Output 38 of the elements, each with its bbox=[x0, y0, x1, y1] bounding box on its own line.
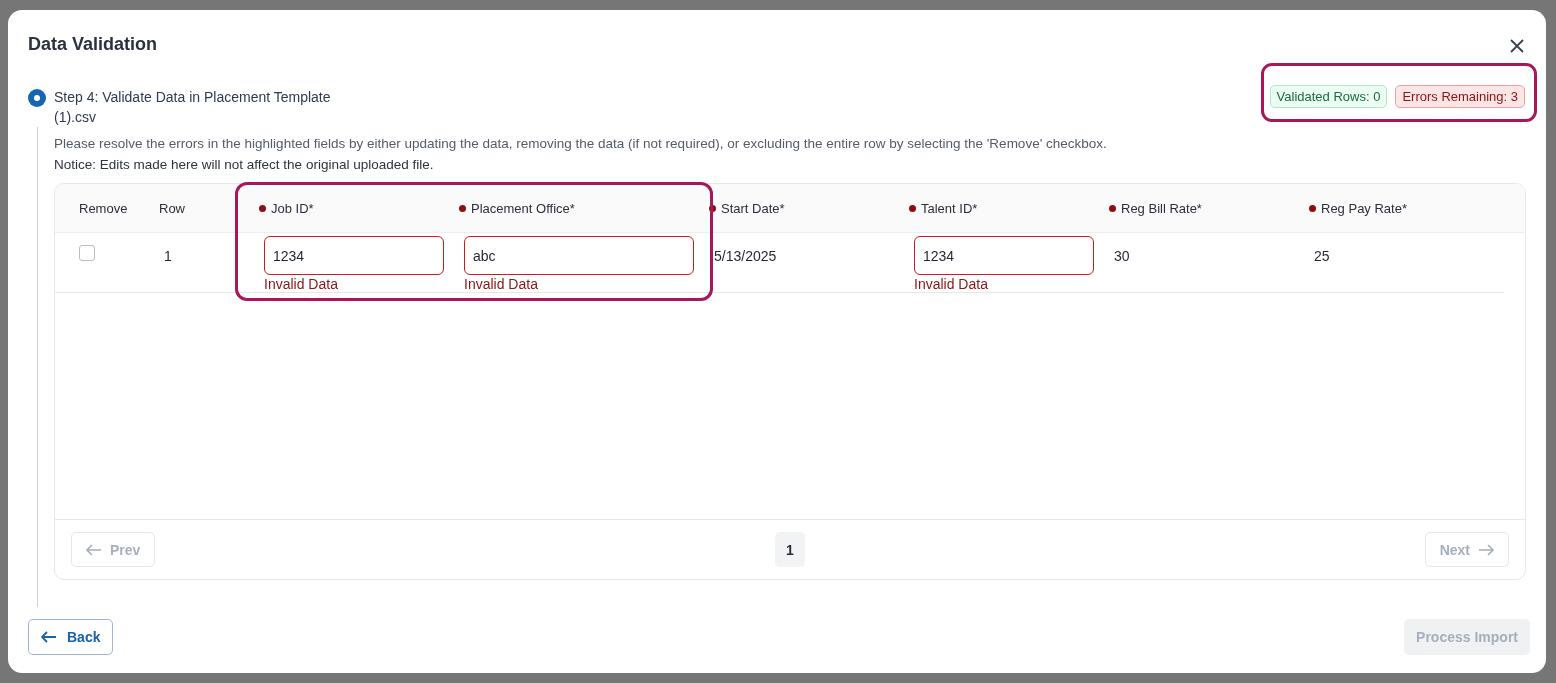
remove-checkbox[interactable] bbox=[79, 245, 95, 261]
required-dot-icon bbox=[909, 204, 916, 212]
required-dot-icon bbox=[709, 204, 716, 212]
dialog-title: Data Validation bbox=[28, 33, 158, 55]
error-message: Invalid Data bbox=[264, 275, 338, 293]
notice-text: Notice: Edits made here will not affect the original uploaded file. bbox=[54, 156, 435, 174]
arrow-left-icon bbox=[41, 631, 57, 643]
column-header: Job ID* bbox=[271, 200, 314, 216]
required-dot-icon bbox=[459, 204, 466, 212]
column-header: Placement Office* bbox=[471, 200, 575, 216]
required-dot-icon bbox=[1109, 204, 1116, 212]
column-header: Reg Pay Rate* bbox=[1321, 200, 1407, 216]
column-header: Talent ID* bbox=[921, 200, 978, 216]
instructions-text: Please resolve the errors in the highlighted fields by either updating the data, removing the data (if not required), or excluding the entire row by selecting the 'Remove' checkbox. bbox=[54, 135, 1108, 153]
table-cell: 30 bbox=[1114, 248, 1130, 264]
column-header: Reg Bill Rate* bbox=[1121, 200, 1202, 216]
column-header: Start Date* bbox=[721, 200, 785, 216]
input-field[interactable]: abc bbox=[464, 236, 694, 275]
table-cell: 5/13/2025 bbox=[714, 248, 777, 264]
step-indicator-icon bbox=[28, 89, 46, 107]
table-cell: 25 bbox=[1314, 248, 1330, 264]
page-button[interactable]: 1 bbox=[775, 532, 805, 567]
table-cell: 1 bbox=[164, 248, 172, 264]
arrow-right-icon bbox=[1478, 543, 1494, 556]
input-field[interactable]: 1234 bbox=[264, 236, 444, 275]
status-badge: Validated Rows: 0 bbox=[1269, 85, 1388, 108]
close-icon[interactable] bbox=[1510, 39, 1524, 53]
error-message: Invalid Data bbox=[464, 275, 538, 293]
arrow-left-icon bbox=[86, 543, 102, 556]
error-message: Invalid Data bbox=[914, 275, 988, 293]
status-badge: Errors Remaining: 3 bbox=[1395, 85, 1525, 108]
back-button[interactable]: Back bbox=[28, 619, 114, 655]
column-header: Row bbox=[159, 200, 185, 216]
step-title: Step 4: Validate Data in Placement Template (1).csv bbox=[54, 88, 332, 127]
required-dot-icon bbox=[259, 204, 266, 212]
input-field[interactable]: 1234 bbox=[914, 236, 1094, 275]
required-dot-icon bbox=[1309, 204, 1316, 212]
column-header: Remove bbox=[79, 200, 128, 216]
